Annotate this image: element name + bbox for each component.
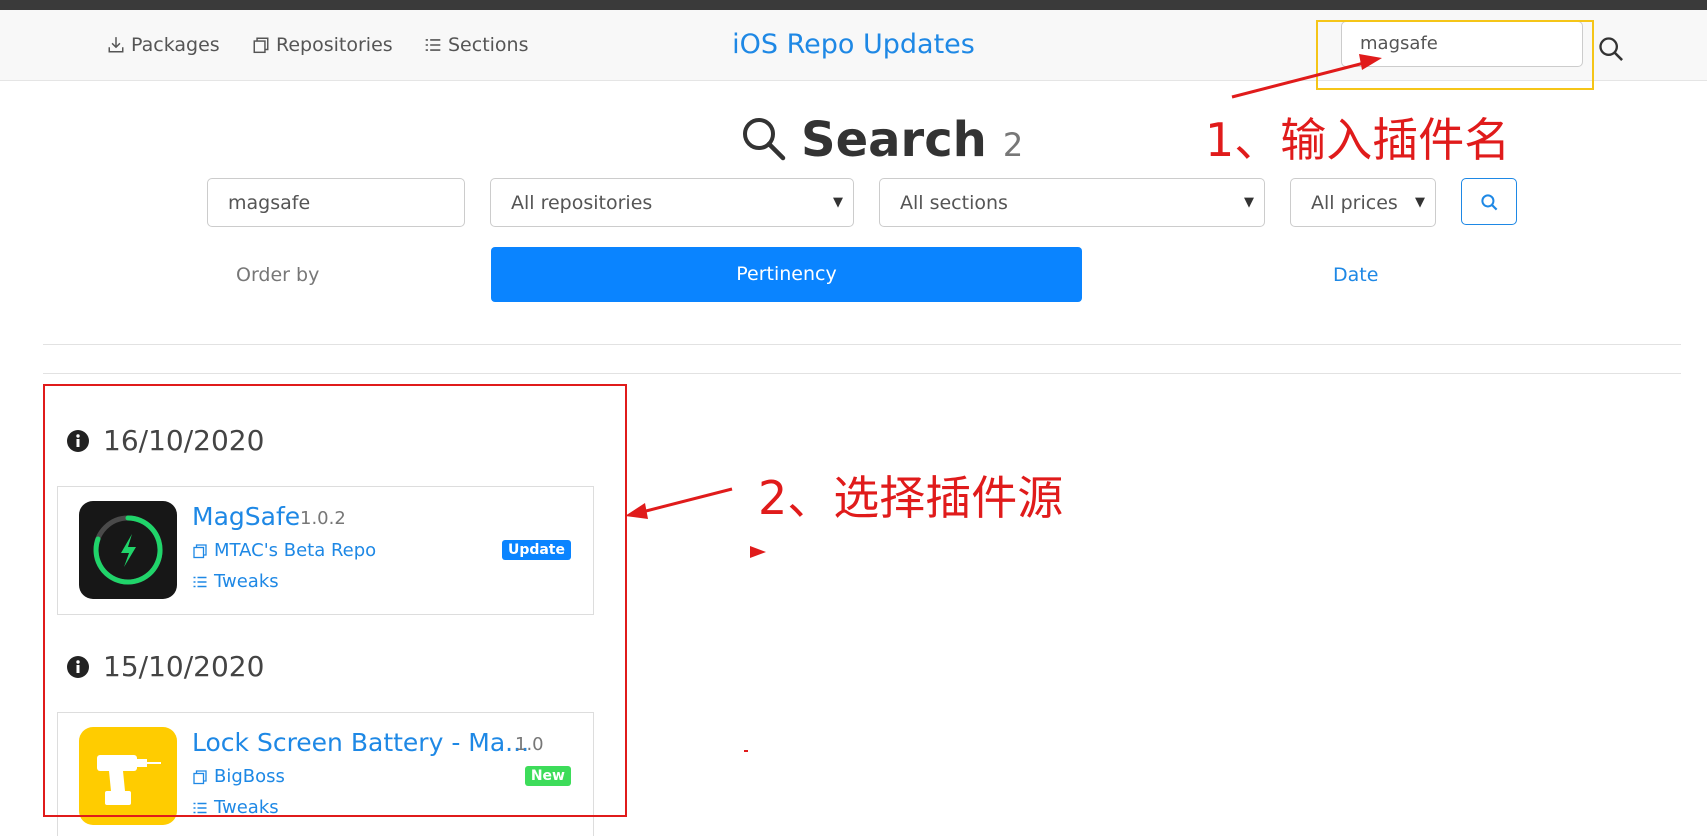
arrow-head	[625, 503, 648, 519]
arrow-line	[1231, 60, 1369, 99]
annotation-arrows	[625, 54, 1382, 752]
arrow-head	[1359, 54, 1382, 70]
arrow-line	[641, 487, 733, 514]
arrow-mark	[750, 546, 766, 558]
stray-mark	[744, 750, 748, 752]
